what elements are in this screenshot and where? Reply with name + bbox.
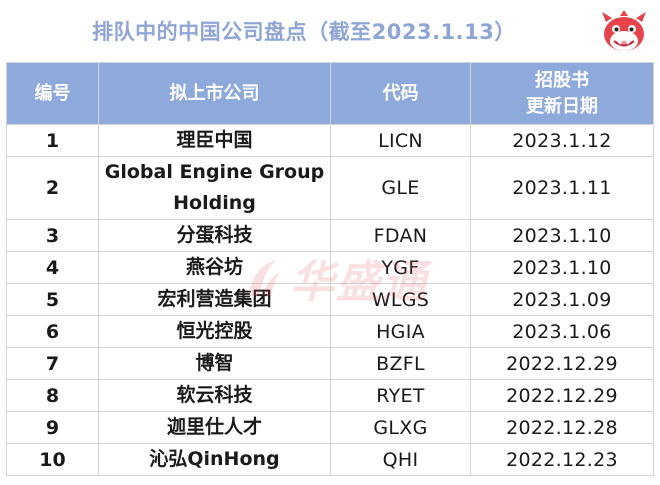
cell-code: GLXG xyxy=(330,411,471,444)
table-row: 2 Global Engine Group Holding GLE 2023.1… xyxy=(6,156,654,220)
page-title: 排队中的中国公司盘点（截至2023.1.13） xyxy=(0,0,660,62)
cell-date: 2023.1.09 xyxy=(470,283,654,316)
cell-num: 6 xyxy=(6,315,99,348)
cell-num: 1 xyxy=(6,124,99,157)
header-company: 拟上市公司 xyxy=(98,62,331,125)
cell-num: 8 xyxy=(6,379,99,412)
cell-code: HGIA xyxy=(330,315,471,348)
cell-company: 恒光控股 xyxy=(98,315,331,348)
table-header-row: 编号 拟上市公司 代码 招股书 更新日期 xyxy=(6,62,654,125)
cell-date: 2022.12.29 xyxy=(470,347,654,380)
cell-company: 博智 xyxy=(98,347,331,380)
cell-code: BZFL xyxy=(330,347,471,380)
cell-num: 2 xyxy=(6,156,99,220)
cell-company: 理臣中国 xyxy=(98,124,331,157)
cell-company: 软云科技 xyxy=(98,379,331,412)
cell-company: 迦里仕人才 xyxy=(98,411,331,444)
cell-date: 2022.12.23 xyxy=(470,443,654,476)
header-num: 编号 xyxy=(6,62,99,125)
header-date-line2: 更新日期 xyxy=(526,95,598,117)
cell-company: 宏利营造集团 xyxy=(98,283,331,316)
cell-code: RYET xyxy=(330,379,471,412)
cell-code: GLE xyxy=(330,156,471,220)
cell-date: 2023.1.06 xyxy=(470,315,654,348)
table-row: 1 理臣中国 LICN 2023.1.12 xyxy=(6,124,654,157)
cell-code: YGF xyxy=(330,251,471,284)
cell-code: LICN xyxy=(330,124,471,157)
cell-company: 分蛋科技 xyxy=(98,219,331,252)
table-row: 4 燕谷坊 YGF 2023.1.10 xyxy=(6,251,654,284)
table-row: 8 软云科技 RYET 2022.12.29 xyxy=(6,379,654,412)
cell-num: 7 xyxy=(6,347,99,380)
cell-num: 5 xyxy=(6,283,99,316)
cell-company: 燕谷坊 xyxy=(98,251,331,284)
cell-company-line1: Global Engine Group xyxy=(104,161,325,183)
cell-date: 2023.1.10 xyxy=(470,251,654,284)
cell-code: WLGS xyxy=(330,283,471,316)
cell-company: Global Engine Group Holding xyxy=(98,156,331,220)
table-row: 5 宏利营造集团 WLGS 2023.1.09 xyxy=(6,283,654,316)
table-row: 3 分蛋科技 FDAN 2023.1.10 xyxy=(6,219,654,252)
cell-date: 2023.1.11 xyxy=(470,156,654,220)
table-row: 7 博智 BZFL 2022.12.29 xyxy=(6,347,654,380)
cell-date: 2023.1.10 xyxy=(470,219,654,252)
cell-company-line2: Holding xyxy=(173,192,256,214)
cell-date: 2023.1.12 xyxy=(470,124,654,157)
red-dragon-mascot-icon xyxy=(602,10,646,51)
table-row: 9 迦里仕人才 GLXG 2022.12.28 xyxy=(6,411,654,444)
header-date-line1: 招股书 xyxy=(535,69,589,91)
header-code: 代码 xyxy=(330,62,471,125)
table-row: 10 沁弘QinHong QHI 2022.12.23 xyxy=(6,443,654,476)
table-row: 6 恒光控股 HGIA 2023.1.06 xyxy=(6,315,654,348)
cell-code: QHI xyxy=(330,443,471,476)
cell-num: 10 xyxy=(6,443,99,476)
cell-num: 4 xyxy=(6,251,99,284)
cell-date: 2022.12.28 xyxy=(470,411,654,444)
ipo-queue-table: 编号 拟上市公司 代码 招股书 更新日期 1 理臣中国 LICN 2023.1.… xyxy=(6,62,654,476)
title-text: 排队中的中国公司盘点（截至2023.1.13） xyxy=(92,20,516,44)
cell-date: 2022.12.29 xyxy=(470,379,654,412)
header-date: 招股书 更新日期 xyxy=(470,62,654,125)
cell-num: 9 xyxy=(6,411,99,444)
cell-num: 3 xyxy=(6,219,99,252)
cell-company: 沁弘QinHong xyxy=(98,443,331,476)
cell-code: FDAN xyxy=(330,219,471,252)
